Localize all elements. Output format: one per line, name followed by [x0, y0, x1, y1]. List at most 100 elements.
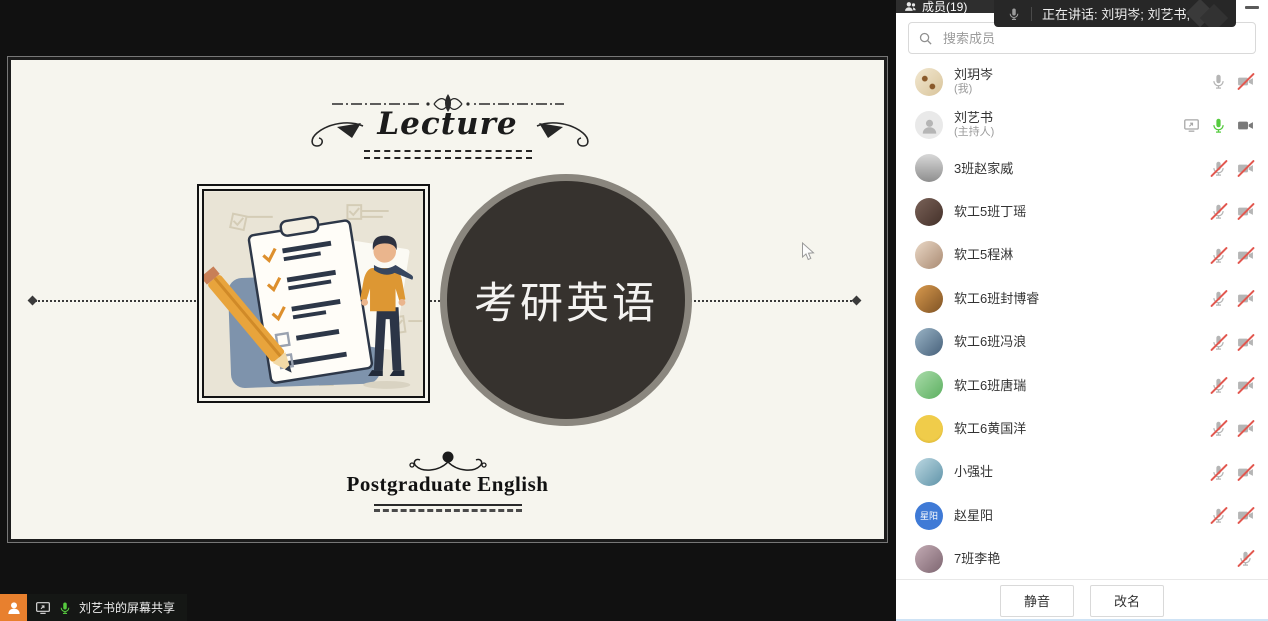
member-name: 软工5班丁瑶: [954, 204, 1210, 220]
mic-muted-icon[interactable]: [1210, 247, 1227, 264]
camera-off-icon[interactable]: [1237, 160, 1254, 177]
member-name: 小强壮: [954, 464, 1210, 480]
mouse-cursor: [801, 242, 816, 261]
mic-muted-icon[interactable]: [1210, 507, 1227, 524]
avatar: [915, 328, 943, 356]
subtitle-dashed-line: [374, 509, 522, 512]
avatar: [915, 458, 943, 486]
camera-off-icon[interactable]: [1237, 420, 1254, 437]
title-circle: 考研英语: [440, 174, 692, 426]
share-bar-label: 刘艺书的屏幕共享: [79, 599, 175, 616]
member-name: 软工5程淋: [954, 247, 1210, 263]
member-name: 软工6班冯浪: [954, 334, 1210, 350]
search-input[interactable]: [941, 30, 1246, 47]
screen-share-icon: [35, 600, 51, 616]
mic-muted-icon[interactable]: [1237, 550, 1254, 567]
member-row[interactable]: 小强壮: [896, 451, 1268, 494]
screen-sharing-icon: [1183, 117, 1200, 134]
member-row[interactable]: 7班李艳: [896, 537, 1268, 580]
bottom-ornament: [386, 450, 510, 474]
member-name: 赵星阳: [954, 508, 1210, 524]
speaking-toast-text: 正在讲话: 刘玥岑; 刘艺书;: [1042, 4, 1190, 23]
members-header: 成员(19): [896, 0, 994, 13]
avatar: [915, 198, 943, 226]
participants-button[interactable]: [0, 594, 27, 621]
slide-title: 考研英语: [474, 269, 658, 331]
camera-off-icon[interactable]: [1237, 73, 1254, 90]
rename-button[interactable]: 改名: [1090, 585, 1164, 617]
slide-subtitle: Postgraduate English: [347, 472, 549, 497]
divider-diamond-left: [28, 296, 38, 306]
right-swirl-ornament: [535, 118, 593, 150]
mic-muted-icon[interactable]: [1210, 203, 1227, 220]
mic-icon: [1007, 7, 1021, 21]
mic-muted-icon[interactable]: [1210, 290, 1227, 307]
mic-idle-icon[interactable]: [1210, 73, 1227, 90]
members-count-label: 成员(19): [922, 0, 967, 13]
mic-speaking-icon[interactable]: [1210, 117, 1227, 134]
avatar: [915, 371, 943, 399]
avatar: [915, 545, 943, 573]
search-icon: [918, 31, 933, 46]
member-name: 3班赵家威: [954, 161, 1210, 177]
member-list[interactable]: 刘玥岑 (我) 刘艺书 (主持人) 3班赵家威: [896, 60, 1268, 580]
member-role: (主持人): [954, 126, 1183, 140]
avatar: [915, 68, 943, 96]
member-name: 7班李艳: [954, 551, 1237, 567]
default-person-icon: [920, 117, 939, 136]
mic-muted-icon[interactable]: [1210, 420, 1227, 437]
member-row[interactable]: 软工6黄国洋: [896, 407, 1268, 450]
camera-on-icon[interactable]: [1237, 117, 1254, 134]
member-name: 软工6黄国洋: [954, 421, 1210, 437]
member-row[interactable]: 3班赵家威: [896, 147, 1268, 190]
avatar: [915, 111, 943, 139]
divider-diamond-right: [852, 296, 862, 306]
member-name: 软工6班封博睿: [954, 291, 1210, 307]
screen-share-toolbar: 刘艺书的屏幕共享: [0, 594, 187, 621]
illustration-frame: [197, 184, 430, 403]
mic-muted-icon[interactable]: [1210, 160, 1227, 177]
avatar-initials: 星阳: [920, 509, 938, 522]
member-row[interactable]: 软工6班冯浪: [896, 320, 1268, 363]
toast-separator: [1031, 7, 1032, 21]
member-row[interactable]: 软工5班丁瑶: [896, 190, 1268, 233]
screen-share-region: Lecture: [0, 0, 896, 621]
presentation-slide: Lecture: [8, 57, 887, 542]
left-swirl-ornament: [307, 118, 365, 150]
mic-muted-icon[interactable]: [1210, 334, 1227, 351]
people-icon: [904, 0, 917, 13]
camera-off-icon[interactable]: [1237, 377, 1254, 394]
camera-off-icon[interactable]: [1237, 334, 1254, 351]
mute-button[interactable]: 静音: [1000, 585, 1074, 617]
camera-off-icon[interactable]: [1237, 247, 1254, 264]
member-name: 软工6班唐瑞: [954, 378, 1210, 394]
member-role: (我): [954, 83, 1210, 97]
subtitle-solid-line: [374, 504, 522, 506]
member-name: 刘玥岑: [954, 67, 1210, 83]
member-row[interactable]: 刘艺书 (主持人): [896, 103, 1268, 146]
minimize-button[interactable]: [1245, 6, 1259, 9]
member-row[interactable]: 软工6班封博睿: [896, 277, 1268, 320]
slide-eyebrow-text: Lecture: [377, 106, 517, 142]
member-row[interactable]: 软工5程淋: [896, 234, 1268, 277]
avatar: [915, 154, 943, 182]
camera-off-icon[interactable]: [1237, 290, 1254, 307]
member-row[interactable]: 星阳 赵星阳: [896, 494, 1268, 537]
avatar: 星阳: [915, 502, 943, 530]
camera-off-icon[interactable]: [1237, 203, 1254, 220]
members-panel: 成员(19) 正在讲话: 刘玥岑; 刘艺书; 刘玥岑 (我): [896, 0, 1268, 621]
avatar: [915, 415, 943, 443]
avatar: [915, 285, 943, 313]
member-name: 刘艺书: [954, 110, 1183, 126]
person-icon: [6, 600, 22, 616]
camera-off-icon[interactable]: [1237, 507, 1254, 524]
dashed-underline: [364, 150, 532, 159]
avatar: [915, 241, 943, 269]
member-row[interactable]: 软工6班唐瑞: [896, 364, 1268, 407]
mic-active-icon: [58, 601, 72, 615]
panel-footer: 静音 改名: [896, 579, 1268, 621]
mic-muted-icon[interactable]: [1210, 377, 1227, 394]
mic-muted-icon[interactable]: [1210, 464, 1227, 481]
camera-off-icon[interactable]: [1237, 464, 1254, 481]
member-row[interactable]: 刘玥岑 (我): [896, 60, 1268, 103]
